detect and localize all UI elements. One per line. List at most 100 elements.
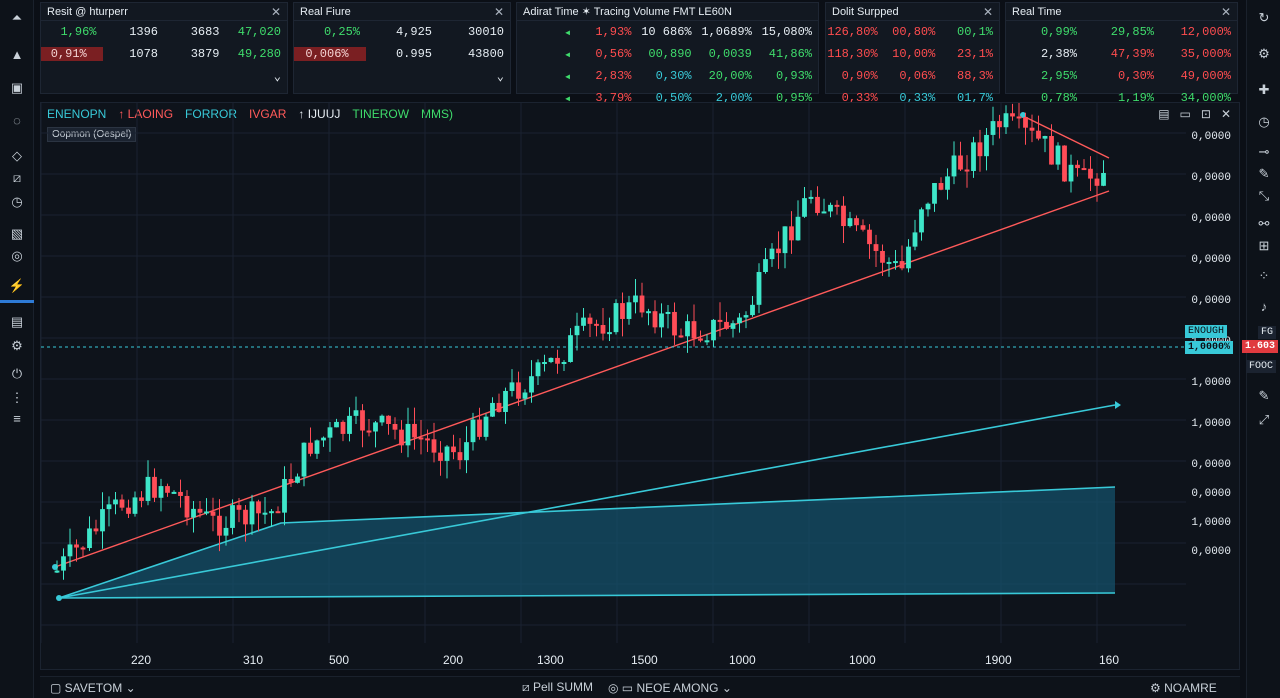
y-tick-label: 1,0000	[1191, 377, 1231, 389]
bottom-right-control[interactable]: ⚙ NOAMRE	[1150, 681, 1217, 695]
power-icon[interactable]: ⏻	[7, 364, 27, 384]
panel-cell: ⌄	[273, 69, 281, 84]
pin-icon[interactable]: ⊸	[1254, 142, 1274, 162]
price-tag-right-bottom: FOOC	[1245, 360, 1276, 373]
ticker-panel: Resit @ hturperr ✕ 1,96% 1396 3683 47,020 0,91…	[40, 2, 288, 94]
candle-body	[113, 499, 118, 505]
lightning-icon[interactable]: ⚡	[7, 276, 27, 296]
panel-cell: 0,0039	[708, 47, 752, 61]
candle-body	[639, 295, 645, 313]
candle-body	[308, 442, 313, 454]
candle-body	[262, 512, 268, 515]
panel-row[interactable]: 2,38% 47,39% 35,000%	[1006, 43, 1237, 65]
drag-icon[interactable]: ⁘	[1254, 266, 1274, 286]
ticker-panel: Real Time ✕ 0,99% 29,85% 12,000% 2,38% 47,39% 3…	[1005, 2, 1238, 105]
diamond-icon[interactable]: ◇	[7, 146, 27, 166]
chart-icon[interactable]: ▧	[7, 224, 27, 244]
candle-body	[782, 226, 788, 254]
menu-icon[interactable]: ≡	[7, 408, 27, 428]
y-tick-label: 0,0000	[1191, 254, 1231, 266]
panel-cell: 3879	[190, 47, 220, 61]
candle-body	[379, 415, 385, 423]
panel-cell: ◂	[563, 25, 572, 40]
candle-body	[841, 205, 846, 227]
caret-up-icon[interactable]: ⏶	[7, 8, 27, 28]
candle-body	[860, 225, 866, 230]
bell-icon[interactable]: ♪	[1254, 296, 1274, 316]
bottom-right-label: NOAMRE	[1164, 680, 1217, 695]
refresh-icon[interactable]: ◎	[7, 246, 27, 266]
panel-row[interactable]: ⌄	[41, 65, 287, 87]
panel-cell: 0,06%	[899, 69, 936, 83]
panel-row[interactable]: 0,91% 1078 3879 49,280	[41, 43, 287, 65]
close-icon[interactable]: ✕	[271, 5, 281, 19]
panel-row[interactable]: 126,80% 00,80% 00,1%	[826, 21, 999, 43]
panel-row[interactable]: 2,95% 0,30% 49,000%	[1006, 65, 1237, 87]
panel-row[interactable]: ⌄	[294, 65, 510, 87]
panel-cell: 2,38%	[1040, 47, 1077, 61]
candle-body	[210, 511, 216, 516]
expand-icon[interactable]: ⤢	[1254, 410, 1274, 430]
panel-row[interactable]: 0,25% 4,925 30010	[294, 21, 510, 43]
panel-row[interactable]: 0,006% 0.995 43800	[294, 43, 510, 65]
clock-icon[interactable]: ◷	[1254, 112, 1274, 132]
panel-cell: 47,020	[237, 25, 281, 39]
panel-cell: 00,80%	[892, 25, 936, 39]
candle-body	[457, 452, 463, 461]
triangle-icon[interactable]: ▲	[7, 44, 27, 64]
grid-icon[interactable]: ⊞	[1254, 236, 1274, 256]
refresh-icon[interactable]: ↻	[1254, 8, 1274, 28]
candle-body	[795, 216, 801, 241]
close-icon[interactable]: ✕	[983, 5, 993, 19]
loading-icon[interactable]: ◌	[7, 110, 27, 130]
candle-body	[93, 528, 99, 532]
panel-row[interactable]: ◂ 2,83% 0,30% 20,00% 0,93%	[517, 65, 818, 87]
panel-cell: 41,86%	[768, 47, 813, 61]
bottom-left-control[interactable]: ▢ SAVETOM ⌄	[50, 681, 136, 695]
candle-body	[1029, 127, 1035, 131]
y-tick-label: 0,0000	[1191, 488, 1231, 500]
clock-icon[interactable]: ◷	[7, 192, 27, 212]
candle-body	[1036, 130, 1041, 139]
link-icon[interactable]: ⚯	[1254, 214, 1274, 234]
edit-icon[interactable]: ✎	[1254, 164, 1274, 184]
panel-row[interactable]: 118,30% 10,00% 23,1%	[826, 43, 999, 65]
candle-body	[1055, 145, 1061, 165]
panel-cell: 88,3%	[957, 69, 994, 83]
candle-body	[1016, 116, 1022, 119]
candle-body	[321, 437, 326, 441]
panel-cell: 0,90%	[841, 69, 878, 83]
more-icon[interactable]: ⋮	[7, 388, 27, 408]
candle-body	[724, 321, 729, 329]
panel-row[interactable]: 1,96% 1396 3683 47,020	[41, 21, 287, 43]
square-icon[interactable]: ▣	[7, 78, 27, 98]
y-tick-label: 0,0000	[1191, 131, 1231, 143]
main-chart[interactable]: ENENOPN ↑ LAOING FORROR IVGAR ↑ IJUUJ TINEROW…	[40, 102, 1240, 670]
resize-icon[interactable]: ⤡	[1254, 186, 1274, 206]
close-icon[interactable]: ✕	[494, 5, 504, 19]
candle-body	[594, 323, 599, 326]
panel-row[interactable]: ◂ 0,56% 00,890 0,0039 41,86%	[517, 43, 818, 65]
settings-icon[interactable]: ⚙	[7, 336, 27, 356]
arrow-head	[1115, 401, 1121, 409]
crop-icon[interactable]: ⧄	[7, 168, 27, 188]
bottom-mid-control[interactable]: ⧄ Pell SUMM	[522, 680, 593, 695]
candle-body	[815, 196, 820, 213]
panel-row[interactable]: 0,90% 0,06% 88,3%	[826, 65, 999, 87]
pen-icon[interactable]: ✎	[1254, 386, 1274, 406]
candle-body	[249, 501, 255, 525]
candle-body	[613, 303, 619, 333]
plus-icon[interactable]: ✚	[1254, 80, 1274, 100]
bottom-mid2-control[interactable]: ◎ ▭ NEOE AMONG ⌄	[608, 681, 732, 695]
gear-icon[interactable]: ⚙	[1254, 44, 1274, 64]
panel-row[interactable]: ◂ 1,93% 10 686% 1,0689% 15,080%	[517, 21, 818, 43]
panel-row[interactable]: 0,99% 29,85% 12,000%	[1006, 21, 1237, 43]
candle-body	[789, 226, 794, 241]
y-tick-label: 0,0000	[1191, 213, 1231, 225]
close-icon[interactable]: ✕	[1221, 5, 1231, 19]
folder-icon[interactable]: ▤	[7, 312, 27, 332]
candle-body	[945, 176, 950, 190]
candle-body	[958, 155, 963, 170]
candle-body	[438, 452, 443, 461]
candle-body	[737, 317, 742, 324]
